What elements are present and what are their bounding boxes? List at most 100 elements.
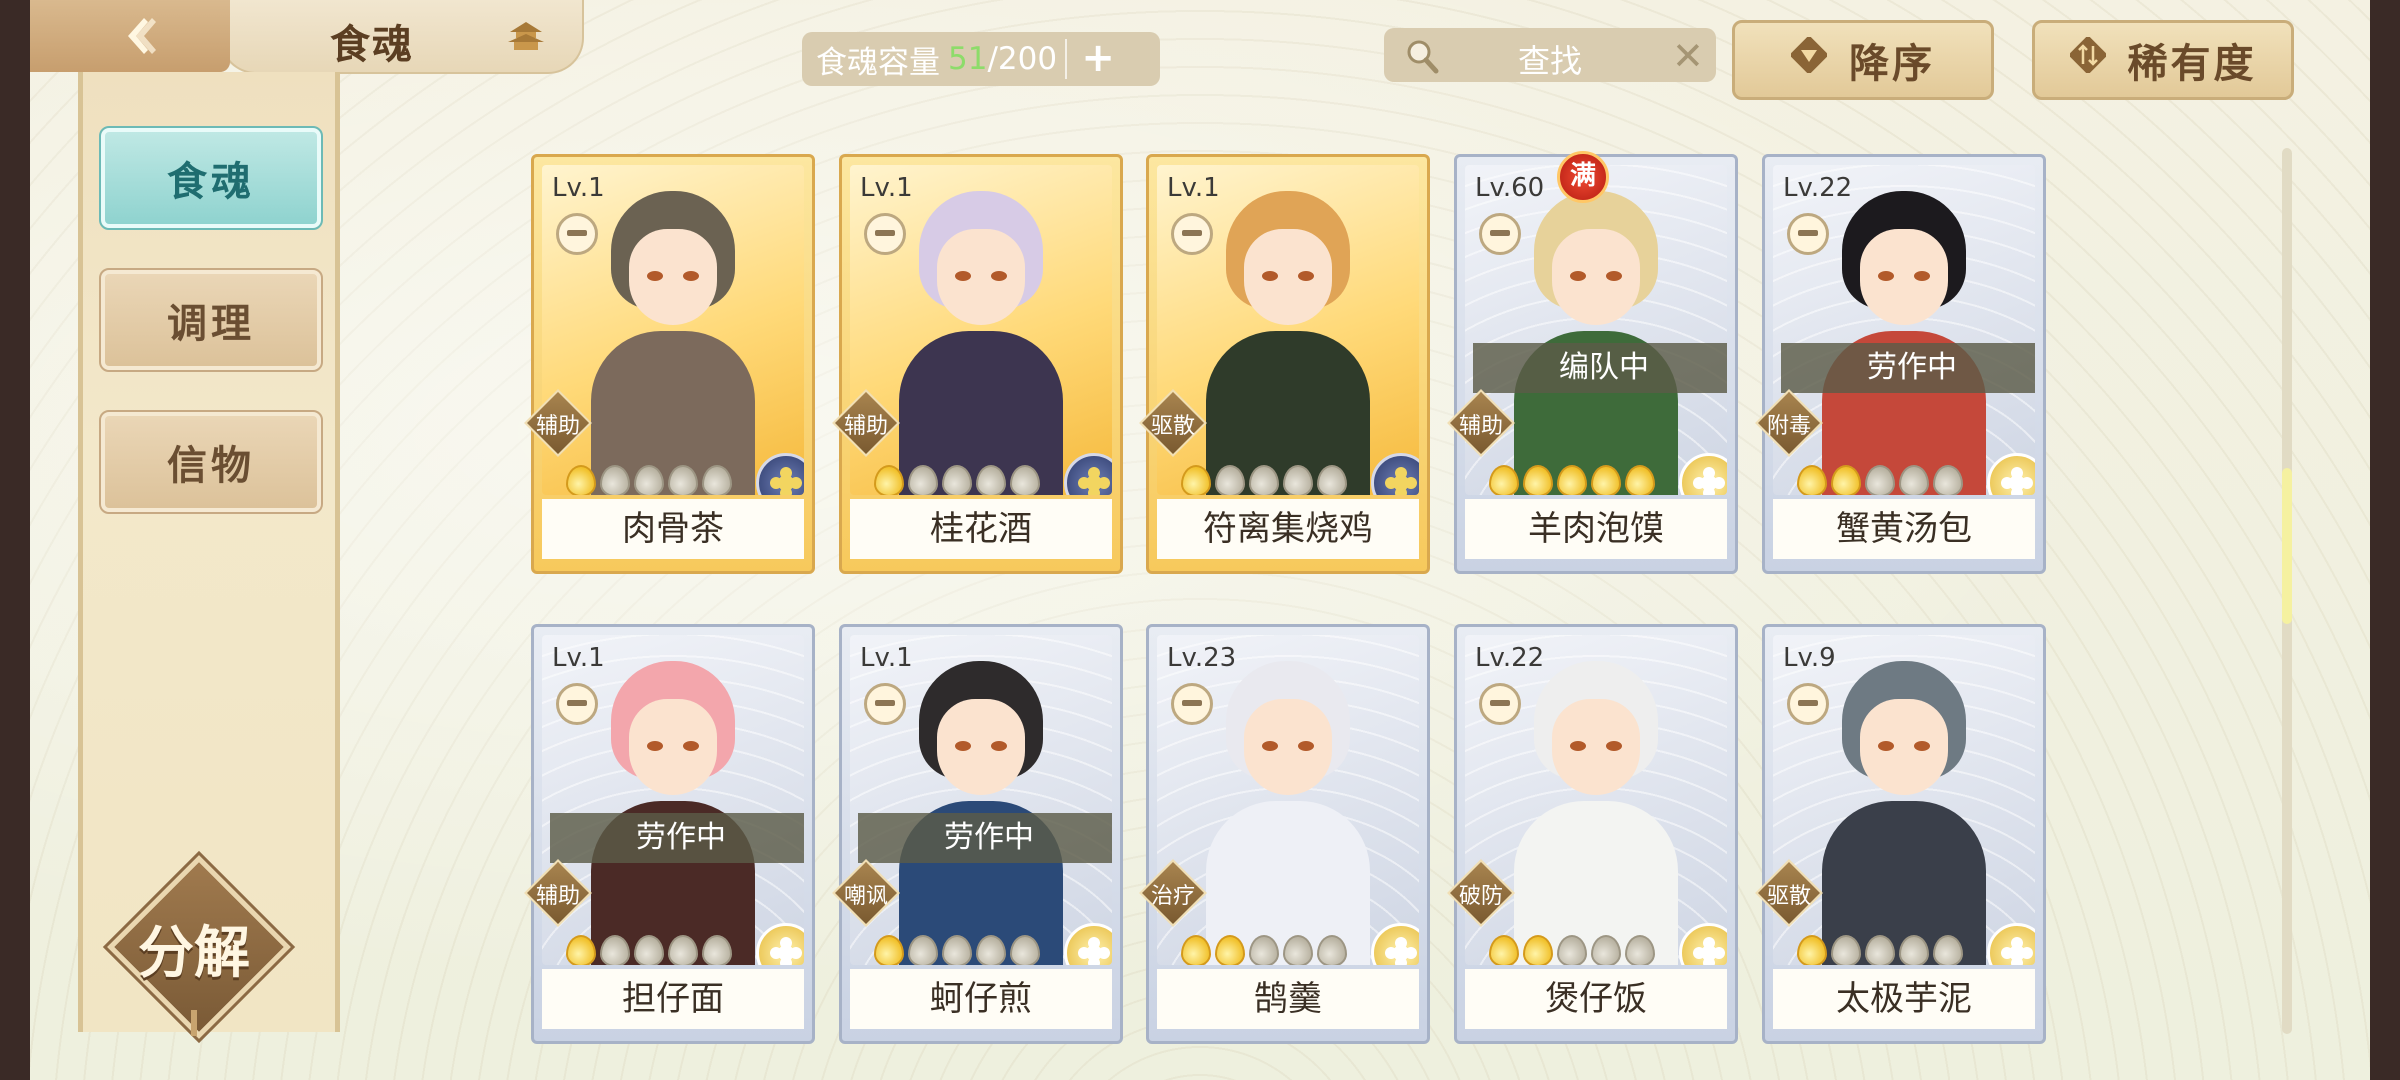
star-icon (1181, 465, 1211, 495)
food-soul-card[interactable]: 编队中 Lv.60 辅助 满羊肉泡馍 (1447, 151, 1738, 574)
star-icon (1010, 465, 1040, 495)
star-icon (1249, 465, 1279, 495)
status-badge: 劳作中 (858, 813, 1112, 863)
role-tag: 驱散 (1139, 389, 1207, 457)
sidebar-item-cultivate[interactable]: 调理 (99, 268, 323, 372)
sort-rarity-label: 稀有度 (2127, 41, 2257, 87)
role-tag: 驱散 (1755, 859, 1823, 927)
role-label: 破防 (1458, 884, 1503, 909)
star-rating (874, 935, 1040, 965)
capacity-label: 食魂容量 (816, 44, 940, 81)
element-flower-icon (1987, 453, 2035, 495)
food-soul-card[interactable]: 劳作中 Lv.1 嘲讽 蚵仔煎 (832, 624, 1123, 1044)
star-icon (908, 465, 938, 495)
star-icon (1591, 465, 1621, 495)
star-rating (566, 935, 732, 965)
star-icon (1831, 465, 1861, 495)
back-button[interactable] (30, 0, 230, 72)
title-bar: 食魂 (30, 0, 584, 74)
star-icon (1591, 935, 1621, 965)
star-icon (1283, 465, 1313, 495)
back-arrow-icon (128, 18, 156, 54)
food-soul-card[interactable]: Lv.1 辅助 桂花酒 (832, 154, 1123, 574)
food-soul-card[interactable]: Lv.1 辅助 肉骨茶 (524, 154, 815, 574)
card-level: Lv.1 (1167, 173, 1220, 203)
card-name: 鹄羹 (1157, 969, 1419, 1029)
sidebar-item-label: 食魂 (167, 159, 255, 205)
sidebar-item-food-souls[interactable]: 食魂 (99, 126, 323, 230)
star-icon (668, 465, 698, 495)
role-label: 驱散 (1150, 414, 1195, 439)
food-soul-card[interactable]: Lv.22 破防 煲仔饭 (1447, 624, 1738, 1044)
star-icon (566, 935, 596, 965)
element-flower-icon (1679, 453, 1727, 495)
star-icon (668, 935, 698, 965)
sort-order-button[interactable]: 降序 (1732, 20, 1994, 100)
role-label: 辅助 (535, 414, 580, 439)
role-tag: 破防 (1447, 859, 1515, 927)
food-soul-card[interactable]: 劳作中 Lv.22 附毒 蟹黄汤包 (1755, 154, 2046, 574)
role-label: 辅助 (535, 884, 580, 909)
star-rating (1797, 465, 1963, 495)
decompose-button[interactable]: 分解 (107, 855, 291, 1039)
star-icon (1933, 465, 1963, 495)
card-level: Lv.23 (1167, 643, 1237, 673)
star-icon (600, 935, 630, 965)
sort-arrows-icon (2067, 35, 2108, 83)
star-icon (634, 935, 664, 965)
role-label: 附毒 (1766, 414, 1811, 439)
role-tag: 辅助 (832, 389, 900, 457)
role-tag: 辅助 (524, 389, 592, 457)
food-soul-card[interactable]: Lv.23 治疗 鹄羹 (1139, 624, 1430, 1044)
max-level-badge: 满 (1557, 151, 1609, 203)
sort-rarity-button[interactable]: 稀有度 (2032, 20, 2294, 100)
sidebar-item-tokens[interactable]: 信物 (99, 410, 323, 514)
star-rating (1489, 465, 1655, 495)
star-icon (1215, 465, 1245, 495)
element-flower-icon (1064, 923, 1112, 965)
scrollbar-thumb[interactable] (2282, 468, 2292, 624)
star-icon (1181, 935, 1211, 965)
role-tag: 辅助 (1447, 389, 1515, 457)
bowl-icon (864, 683, 906, 725)
plus-icon[interactable]: + (1077, 38, 1119, 80)
star-icon (1489, 465, 1519, 495)
star-rating (1181, 935, 1347, 965)
food-soul-card[interactable]: Lv.1 驱散符离集烧鸡 (1139, 154, 1430, 574)
role-label: 辅助 (843, 414, 888, 439)
character-art (1506, 661, 1686, 965)
star-icon (1283, 935, 1313, 965)
bowl-icon (1787, 683, 1829, 725)
character-art (891, 191, 1071, 495)
character-art (1198, 191, 1378, 495)
scrollbar[interactable] (2282, 148, 2292, 1034)
sort-order-label: 降序 (1849, 41, 1935, 87)
pagoda-icon[interactable] (506, 18, 546, 52)
star-icon (1797, 935, 1827, 965)
star-icon (600, 465, 630, 495)
sidebar-item-label: 信物 (167, 443, 255, 489)
star-icon (1865, 465, 1895, 495)
star-icon (942, 935, 972, 965)
star-icon (874, 935, 904, 965)
card-name: 桂花酒 (850, 499, 1112, 559)
bowl-icon (1171, 213, 1213, 255)
status-badge: 劳作中 (550, 813, 804, 863)
food-soul-card[interactable]: Lv.9 驱散 太极芋泥 (1755, 624, 2046, 1044)
star-icon (1317, 465, 1347, 495)
character-art (1198, 661, 1378, 965)
star-rating (1797, 935, 1963, 965)
bowl-icon (1787, 213, 1829, 255)
star-icon (1557, 465, 1587, 495)
food-soul-card[interactable]: 劳作中 Lv.1 辅助 担仔面 (524, 624, 815, 1044)
star-rating (566, 465, 732, 495)
star-icon (1317, 935, 1347, 965)
star-icon (1899, 465, 1929, 495)
element-flower-icon (1679, 923, 1727, 965)
search-input[interactable]: 查找 ✕ (1384, 28, 1716, 82)
sidebar-item-label: 调理 (167, 301, 255, 347)
card-name: 符离集烧鸡 (1157, 499, 1419, 559)
element-flower-icon (1987, 923, 2035, 965)
close-icon[interactable]: ✕ (1672, 34, 1704, 78)
capacity-used: 51 (948, 41, 988, 77)
